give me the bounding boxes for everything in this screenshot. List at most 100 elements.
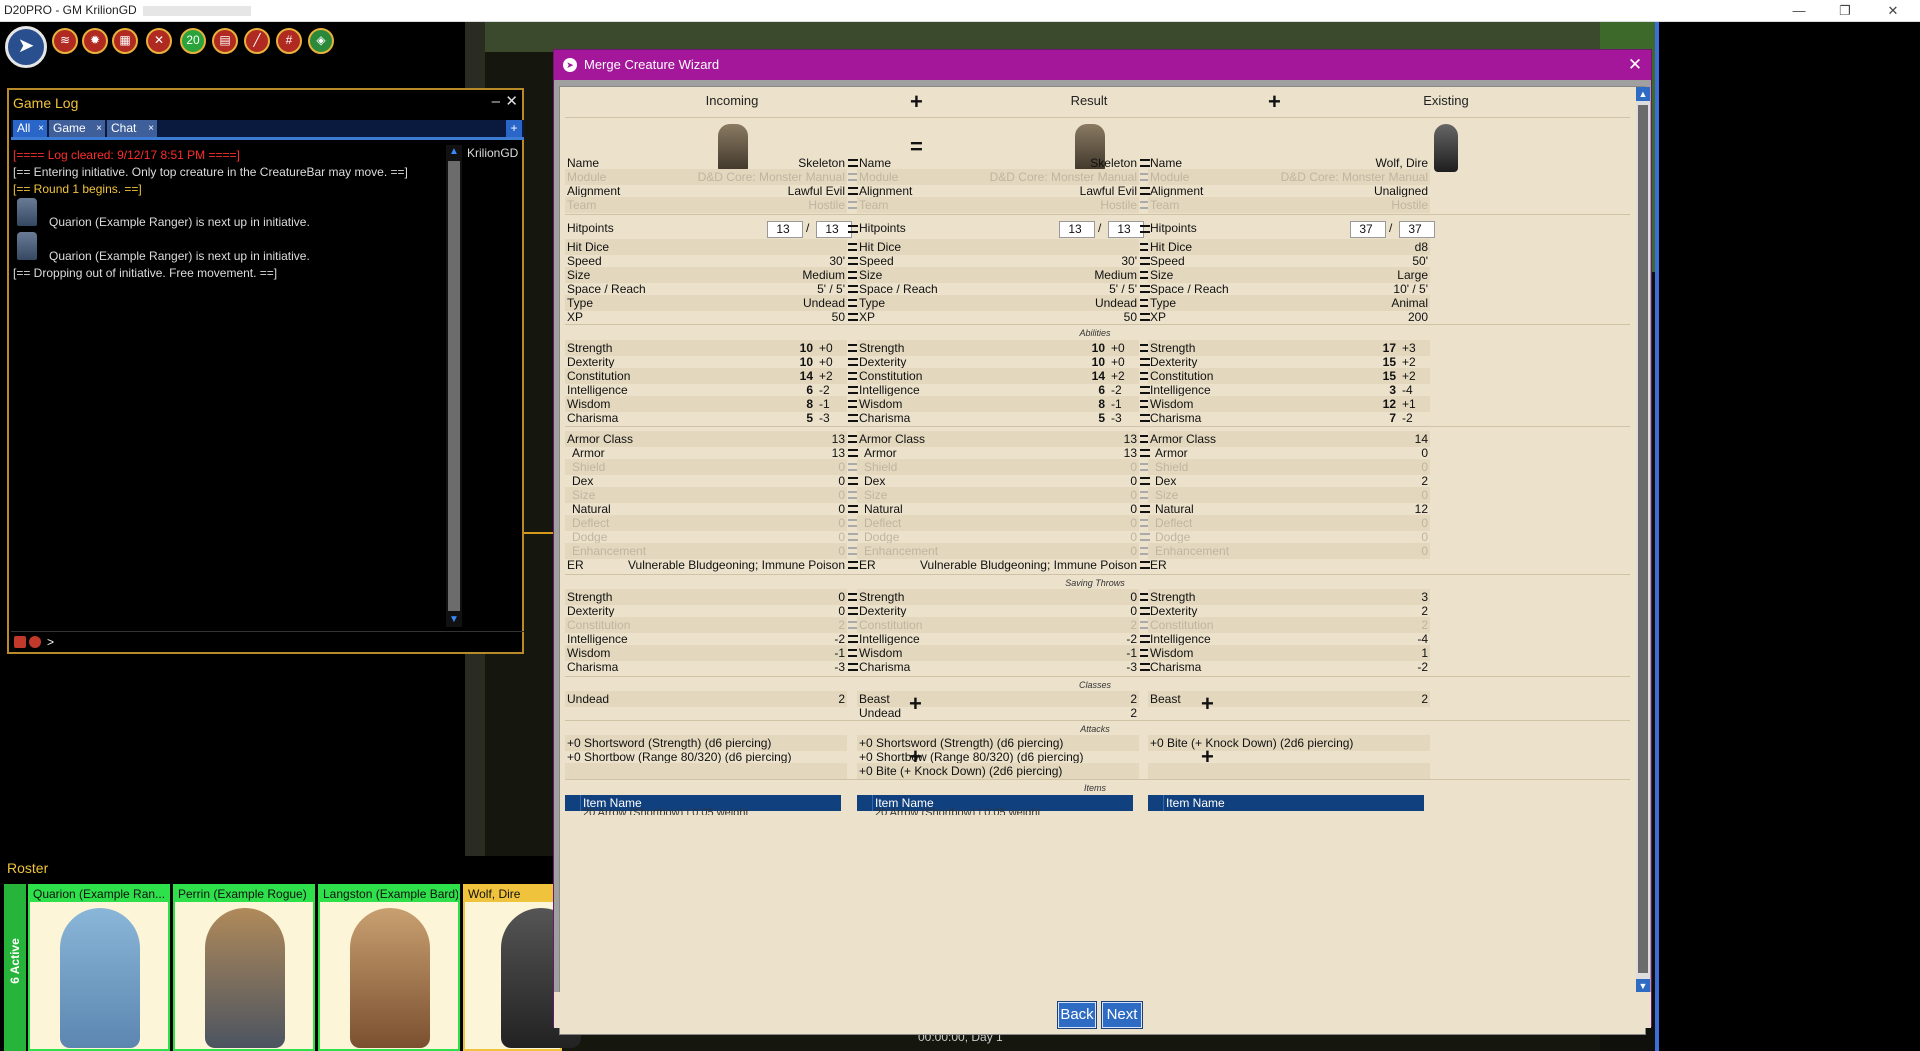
chat-input[interactable]: >: [11, 631, 524, 651]
stat-row-hitpoints: Hitpoints 13/13: [857, 220, 1144, 238]
ability-modifier: -3: [1111, 411, 1122, 425]
tab-chat[interactable]: Chat ×: [107, 120, 157, 137]
stat-value: Vulnerable Bludgeoning; Immune Poison: [919, 558, 1137, 572]
ruler-icon[interactable]: ╱: [244, 28, 270, 54]
window-title: D20PRO - GM KrilionGD: [4, 3, 251, 17]
close-window-button[interactable]: ✕: [1870, 0, 1916, 22]
next-button[interactable]: Next: [1101, 1001, 1143, 1029]
class-row: Beast 2: [1148, 691, 1430, 707]
dice-grid-icon[interactable]: ▦: [112, 28, 138, 54]
class-name: Undead: [567, 692, 610, 706]
app-logo-icon: ➤: [563, 58, 577, 72]
user-list-entry[interactable]: KrilionGD: [467, 146, 518, 160]
game-log-scrollbar[interactable]: ▲ ▼: [446, 145, 462, 627]
hp-max-field[interactable]: 13: [816, 221, 852, 238]
stat-row-team: Team Hostile: [565, 197, 847, 213]
scroll-icon[interactable]: ▤: [212, 28, 238, 54]
roster-card-name: Langston (Example Bard): [320, 886, 458, 902]
main-toolbar: ➤ ≋ ✹ ▦ ✕ 20 ▤ ╱ # ◈: [0, 22, 470, 80]
stat-label: ER: [567, 558, 584, 572]
game-log-minimize-button[interactable]: –: [492, 92, 500, 112]
wizard-footer: Back Next: [554, 992, 1651, 1029]
window-titlebar: D20PRO - GM KrilionGD — ❐ ✕: [0, 0, 1920, 22]
ability-label: Charisma: [567, 411, 619, 425]
items-table-header[interactable]: Item Name: [1148, 795, 1424, 811]
hp-current-field[interactable]: 13: [1059, 221, 1095, 238]
d20-icon[interactable]: 20: [180, 28, 206, 54]
hp-max-field[interactable]: 37: [1399, 221, 1435, 238]
divider: [565, 676, 1630, 677]
tab-close-icon[interactable]: ×: [96, 120, 102, 137]
add-tab-button[interactable]: +: [506, 120, 522, 137]
stat-label: ER: [859, 558, 876, 572]
divider: [565, 574, 1630, 575]
scroll-up-icon[interactable]: ▲: [446, 145, 462, 159]
grid-icon[interactable]: #: [276, 28, 302, 54]
hp-max-field[interactable]: 13: [1108, 221, 1144, 238]
restore-button[interactable]: ❐: [1822, 0, 1868, 22]
hp-separator: /: [1098, 221, 1102, 235]
tab-close-icon[interactable]: ×: [38, 120, 44, 137]
hp-separator: /: [806, 221, 810, 235]
stat-value: Hostile: [1391, 198, 1428, 212]
scroll-down-icon[interactable]: ▼: [1636, 979, 1650, 993]
class-level: 2: [838, 692, 845, 706]
stat-label: Team: [859, 198, 889, 212]
hp-current-field[interactable]: 37: [1350, 221, 1386, 238]
item-row[interactable]: 20 Arrow (Shortbow) | 0.05 weight: [857, 805, 1133, 815]
wizard-close-button[interactable]: ✕: [1625, 50, 1645, 80]
tab-all[interactable]: All ×: [13, 120, 47, 137]
log-line: [==== Log cleared: 9/12/17 8:51 PM ====]: [13, 148, 240, 162]
plus-icon: +: [1201, 691, 1214, 716]
ability-modifier: -3: [819, 411, 830, 425]
compass-logo-icon[interactable]: ➤: [5, 26, 47, 68]
tab-game[interactable]: Game ×: [49, 120, 105, 137]
attack-text: +0 Bite (+ Knock Down) (2d6 piercing): [859, 764, 1063, 778]
hp-current-field[interactable]: 13: [767, 221, 803, 238]
items-column-toggle[interactable]: [1148, 795, 1164, 811]
scroll-up-icon[interactable]: ▲: [1636, 87, 1650, 101]
speech-bubble-icon[interactable]: [29, 636, 41, 648]
save-row-charisma: Charisma -3: [565, 659, 847, 675]
item-name-column: Item Name: [1166, 796, 1225, 810]
crossed-swords-icon[interactable]: ✕: [146, 28, 172, 54]
save-label: Charisma: [859, 660, 911, 674]
save-row-charisma: Charisma -3: [857, 659, 1139, 675]
ability-label: Charisma: [1150, 411, 1202, 425]
map-icon[interactable]: ◈: [308, 28, 334, 54]
log-line: [== Round 1 begins. ==]: [13, 182, 142, 196]
roster-card[interactable]: Perrin (Example Rogue): [173, 884, 315, 1051]
plus-icon: +: [910, 89, 923, 114]
character-portrait: [205, 908, 285, 1048]
game-log-close-button[interactable]: ✕: [505, 92, 518, 112]
chat-prompt: >: [47, 635, 55, 649]
scroll-thumb[interactable]: [448, 161, 460, 611]
item-row[interactable]: 20 Arrow (Shortbow) | 0.05 weight: [565, 805, 841, 815]
tab-close-icon[interactable]: ×: [148, 120, 154, 137]
notes-icon[interactable]: [14, 636, 26, 648]
stat-label: Team: [1150, 198, 1180, 212]
wizard-content: Incoming Result Existing + + = Name Skele…: [559, 86, 1650, 1035]
minimize-button[interactable]: —: [1776, 0, 1822, 22]
scroll-thumb[interactable]: [1638, 105, 1648, 973]
stat-label: Hitpoints: [567, 221, 614, 235]
plus-icon: +: [909, 744, 922, 769]
stat-row-hitpoints: Hitpoints 13/13: [565, 220, 852, 238]
settings-icon[interactable]: ✹: [82, 28, 108, 54]
roster-card[interactable]: Langston (Example Bard): [318, 884, 460, 1051]
scroll-down-icon[interactable]: ▼: [446, 613, 462, 627]
stat-label: Hitpoints: [1150, 221, 1197, 235]
avatar: [17, 232, 37, 260]
section-header-abilities: Abilities: [1079, 328, 1111, 338]
divider: [565, 117, 1630, 118]
wizard-scrollbar[interactable]: ▲ ▼: [1636, 87, 1650, 993]
back-button[interactable]: Back: [1057, 1001, 1097, 1029]
attack-row-empty: [1148, 763, 1430, 779]
roster-card[interactable]: Wolf, Dire: [463, 884, 581, 1051]
game-log-messages: [==== Log cleared: 9/12/17 8:51 PM ====]…: [11, 145, 443, 627]
wifi-icon[interactable]: ≋: [52, 28, 78, 54]
stat-value: Vulnerable Bludgeoning; Immune Poison: [627, 558, 845, 572]
roster-card[interactable]: Quarion (Example Ran...: [28, 884, 170, 1051]
column-header-result: Result: [1070, 93, 1108, 108]
ability-row-charisma: Charisma 5 -3: [857, 410, 1139, 426]
